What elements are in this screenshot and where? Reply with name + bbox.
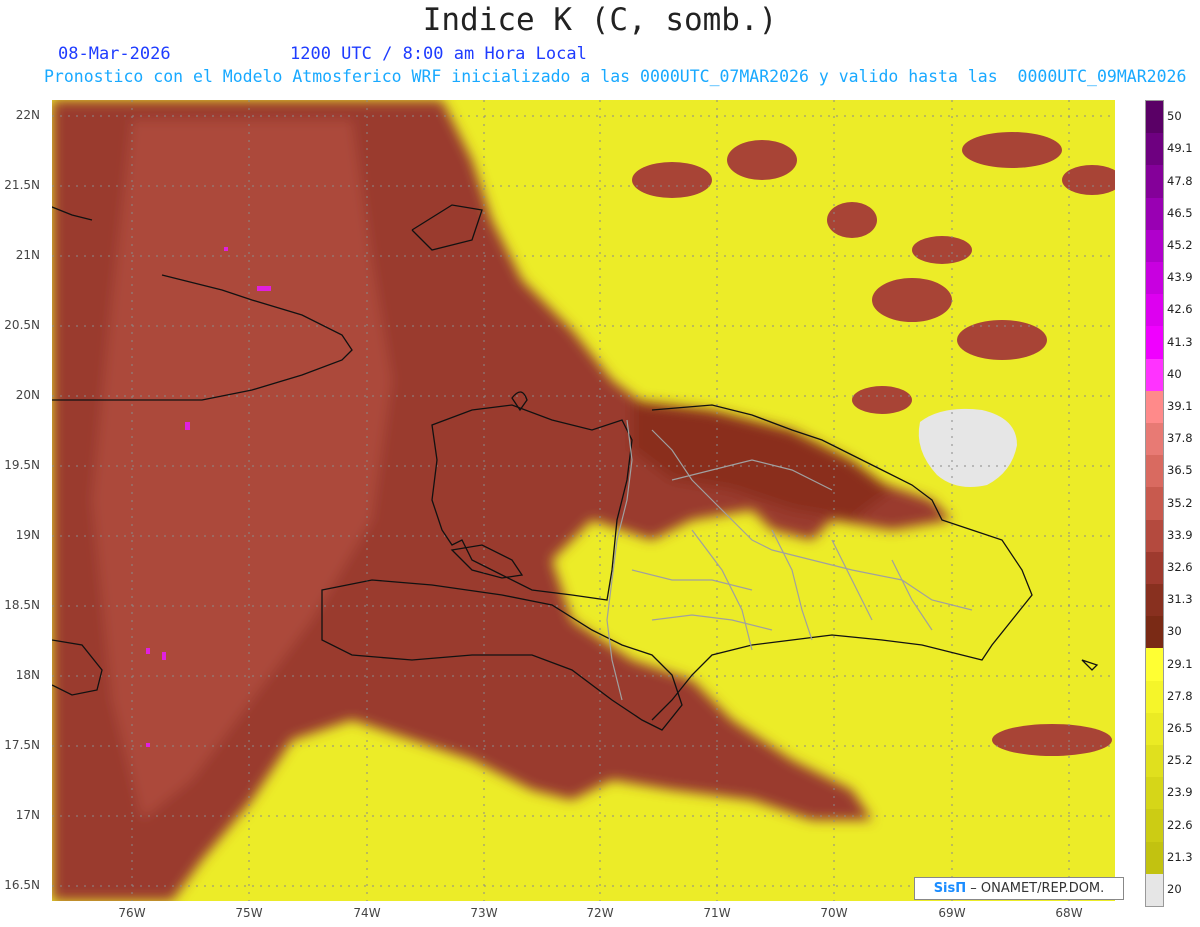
colorbar-label: 30 (1167, 624, 1182, 639)
colorbar-label: 23.9 (1167, 785, 1193, 800)
colorbar-segment (1146, 165, 1163, 199)
colorbar-segment (1146, 326, 1163, 360)
colorbar-label: 31.3 (1167, 592, 1193, 607)
lat-label: 22N (15, 108, 40, 122)
lon-label: 70W (820, 906, 848, 920)
colorbar-segment (1146, 777, 1163, 810)
colorbar-segment (1146, 294, 1163, 327)
colorbar-segment (1146, 841, 1163, 875)
colorbar-label: 32.6 (1167, 559, 1193, 574)
lon-label: 75W (235, 906, 263, 920)
colorbar-segment (1146, 616, 1163, 649)
lon-label: 73W (470, 906, 498, 920)
lat-label: 21.5N (4, 178, 40, 192)
colorbar-label: 40 (1167, 366, 1182, 381)
colorbar-segment (1146, 390, 1163, 424)
date-label: 08-Mar-2026 (58, 44, 171, 64)
colorbar-label: 41.3 (1167, 334, 1193, 349)
colorbar-label: 50 (1167, 109, 1182, 124)
colorbar-label: 21.3 (1167, 849, 1193, 864)
lon-label: 69W (938, 906, 966, 920)
colorbar-label: 46.5 (1167, 205, 1193, 220)
colorbar-segment (1146, 229, 1163, 263)
colorbar-segment (1146, 745, 1163, 778)
colorbar-segment (1146, 423, 1163, 456)
lon-label: 74W (353, 906, 381, 920)
credit-box: SisΠ – ONAMET/REP.DOM. (914, 877, 1124, 900)
colorbar-segment (1146, 197, 1163, 231)
colorbar-label: 49.1 (1167, 141, 1193, 156)
colorbar-label: 36.5 (1167, 463, 1193, 478)
k-index-map (52, 100, 1115, 901)
colorbar-segment (1146, 873, 1163, 907)
colorbar-segment (1146, 133, 1163, 166)
colorbar-label: 27.8 (1167, 688, 1193, 703)
map-title: Indice K (C, somb.) (422, 2, 778, 38)
lon-label: 71W (703, 906, 731, 920)
lat-label: 17.5N (4, 738, 40, 752)
time-label: 1200 UTC / 8:00 am Hora Local (290, 44, 587, 64)
colorbar-segment (1146, 519, 1163, 553)
lat-label: 21N (15, 248, 40, 262)
colorbar-segment (1146, 809, 1163, 843)
colorbar-label: 29.1 (1167, 656, 1193, 671)
colorbar-label: 42.6 (1167, 302, 1193, 317)
colorbar-segment (1146, 487, 1163, 521)
colorbar-segment (1146, 712, 1163, 746)
lon-label: 72W (586, 906, 614, 920)
colorbar-segment (1146, 680, 1163, 714)
colorbar-segment (1146, 455, 1163, 488)
colorbar-segment (1146, 101, 1163, 134)
lat-label: 17N (15, 808, 40, 822)
colorbar-label: 26.5 (1167, 720, 1193, 735)
credit-text: – ONAMET/REP.DOM. (970, 881, 1105, 896)
colorbar-label: 43.9 (1167, 270, 1193, 285)
colorbar-segment (1146, 551, 1163, 585)
colorbar-label: 45.2 (1167, 237, 1193, 252)
lat-label: 20N (15, 388, 40, 402)
colorbar-segment (1146, 262, 1163, 295)
lon-label: 76W (118, 906, 146, 920)
lat-label: 19N (15, 528, 40, 542)
lat-label: 19.5N (4, 458, 40, 472)
colorbar-label: 20 (1167, 881, 1182, 896)
sispi-logo: SisΠ (933, 881, 967, 896)
colorbar-segment (1146, 358, 1163, 392)
colorbar-label: 35.2 (1167, 495, 1193, 510)
lat-label: 16.5N (4, 878, 40, 892)
lat-label: 18.5N (4, 598, 40, 612)
colorbar-label: 47.8 (1167, 173, 1193, 188)
colorbar-segment (1146, 648, 1163, 682)
lat-label: 20.5N (4, 318, 40, 332)
lon-label: 68W (1055, 906, 1083, 920)
colorbar-label: 22.6 (1167, 817, 1193, 832)
forecast-info: Pronostico con el Modelo Atmosferico WRF… (44, 67, 1187, 86)
colorbar (1145, 100, 1164, 907)
colorbar-label: 33.9 (1167, 527, 1193, 542)
colorbar-segment (1146, 584, 1163, 617)
colorbar-label: 39.1 (1167, 398, 1193, 413)
colorbar-label: 25.2 (1167, 753, 1193, 768)
colorbar-label: 37.8 (1167, 431, 1193, 446)
lat-label: 18N (15, 668, 40, 682)
